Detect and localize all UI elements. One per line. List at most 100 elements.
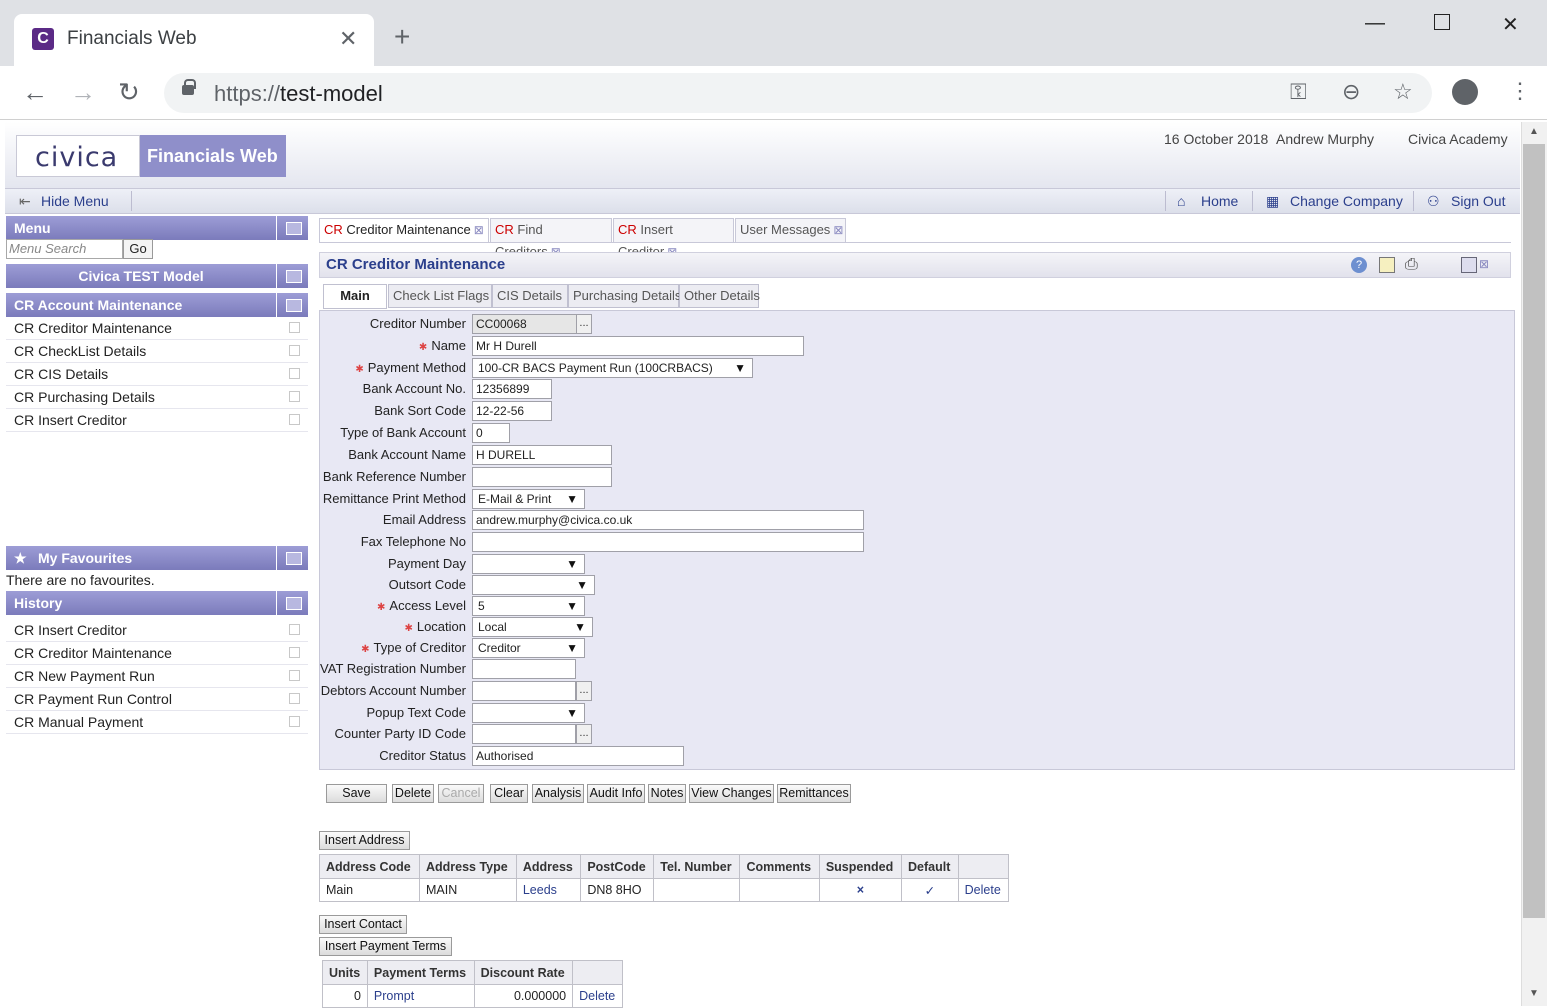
name-field[interactable]: Mr H Durell [472,336,804,356]
history-item[interactable]: CR Payment Run Control [6,688,308,711]
access-level-select[interactable]: 5 [472,596,585,616]
open-external-icon[interactable] [289,647,300,658]
print-icon[interactable]: ⎙ [1405,257,1421,273]
browser-tab[interactable]: C Financials Web ✕ [14,14,374,66]
menu-search-input[interactable]: Menu Search [6,239,123,259]
new-tab-icon[interactable]: + [394,22,410,52]
close-panel-icon[interactable]: ⊠ [1479,257,1495,273]
open-external-icon[interactable] [289,624,300,635]
open-external-icon[interactable] [289,693,300,704]
profile-icon[interactable] [1452,79,1478,105]
open-external-icon[interactable] [289,414,300,425]
change-company-button[interactable]: ▦ Change Company [1266,193,1403,210]
payment-method-select[interactable]: 100-CR BACS Payment Run (100CRBACS) [472,358,753,378]
location-select[interactable]: Local [472,617,593,637]
window-icon[interactable] [1461,257,1477,273]
scroll-down-icon[interactable]: ▼ [1529,988,1539,999]
open-external-icon[interactable] [289,345,300,356]
key-icon[interactable]: ⚿ [1290,79,1307,105]
section-header[interactable]: CR Account Maintenance [6,293,308,317]
insert-address-button[interactable]: Insert Address [319,831,410,850]
tab-purchasing-details[interactable]: Purchasing Details [568,284,681,308]
scroll-up-icon[interactable]: ▲ [1529,126,1539,137]
remittances-button[interactable]: Remittances [777,784,851,803]
open-external-icon[interactable] [289,391,300,402]
section-open-icon[interactable] [276,293,308,317]
tab-insert-creditor[interactable]: CR Insert Creditor⊠ [613,218,734,259]
vat-registration-field[interactable] [472,659,576,679]
back-icon[interactable]: ← [22,78,48,106]
bank-sort-code-field[interactable]: 12-22-56 [472,401,552,421]
popup-text-code-select[interactable] [472,703,585,723]
view-changes-button[interactable]: View Changes [689,784,774,803]
outsort-code-select[interactable] [472,575,595,595]
bank-account-no-field[interactable]: 12356899 [472,379,552,399]
debtors-account-field[interactable] [472,681,576,701]
bank-reference-number-field[interactable] [472,467,612,487]
menu-window-icon[interactable] [276,216,308,240]
open-external-icon[interactable] [289,368,300,379]
star-icon[interactable]: ☆ [1393,79,1413,105]
sidebar-item-checklist-details[interactable]: CR CheckList Details [6,340,308,363]
audit-info-button[interactable]: Audit Info [587,784,645,803]
sidebar-item-creditor-maintenance[interactable]: CR Creditor Maintenance [6,317,308,340]
tab-main[interactable]: Main [323,284,387,309]
insert-contact-button[interactable]: Insert Contact [319,915,407,934]
sign-out-button[interactable]: ⚇ Sign Out [1427,193,1505,210]
page-scrollbar[interactable]: ▲ ▼ [1521,122,1547,1006]
notes-button[interactable]: Notes [648,784,686,803]
column-header[interactable]: Address [515,854,582,879]
type-of-creditor-select[interactable]: Creditor [472,638,585,658]
remittance-print-method-select[interactable]: E-Mail & Print [472,489,585,509]
counter-party-field[interactable] [472,724,576,744]
clear-button[interactable]: Clear [490,784,528,803]
open-external-icon[interactable] [289,716,300,727]
address-bar[interactable]: https://test-model ⚿ ⊖ ☆ [164,73,1432,113]
delete-address-link[interactable]: Delete [957,878,1010,902]
column-header[interactable]: Default [901,854,959,879]
payment-terms-link[interactable]: Prompt [366,984,475,1008]
creditor-number-field[interactable]: CC00068 [472,314,577,334]
insert-payment-terms-button[interactable]: Insert Payment Terms [319,937,452,956]
close-window-icon[interactable]: ✕ [1502,12,1519,37]
open-external-icon[interactable] [289,322,300,333]
menu-kebab-icon[interactable]: ⋮ [1509,78,1531,104]
maximize-icon[interactable] [1434,14,1450,30]
help-icon[interactable]: ? [1351,257,1367,273]
history-item[interactable]: CR Manual Payment [6,711,308,734]
column-header[interactable]: Units [322,960,368,985]
history-item[interactable]: CR Creditor Maintenance [6,642,308,665]
address-link[interactable]: Leeds [515,878,582,902]
column-header[interactable]: Discount Rate [473,960,574,985]
debtors-lookup-button[interactable]: ... [576,681,592,701]
column-header[interactable]: Address Code [319,854,420,879]
column-header[interactable]: Payment Terms [366,960,475,985]
column-header[interactable]: Tel. Number [653,854,741,879]
model-window-icon[interactable] [276,264,308,288]
save-button[interactable]: Save [326,784,387,803]
favourites-window-icon[interactable] [276,546,308,570]
close-tab-icon[interactable]: ⊠ [474,223,484,237]
counter-party-lookup-button[interactable]: ... [576,724,592,744]
menu-search-go-button[interactable]: Go [123,239,153,259]
fax-telephone-field[interactable] [472,532,864,552]
delete-button[interactable]: Delete [392,784,434,803]
history-item[interactable]: CR Insert Creditor [6,619,308,642]
creditor-status-field[interactable]: Authorised [472,746,684,766]
hide-menu-button[interactable]: ⇤ Hide Menu [19,193,109,210]
tab-find-creditors[interactable]: CR Find Creditors⊠ [490,218,612,259]
column-header[interactable]: Comments [739,854,820,879]
close-tab-icon[interactable]: ⊠ [833,223,843,237]
history-item[interactable]: CR New Payment Run [6,665,308,688]
open-external-icon[interactable] [289,670,300,681]
sidebar-item-purchasing-details[interactable]: CR Purchasing Details [6,386,308,409]
column-header[interactable]: Address Type [418,854,517,879]
tab-cis-details[interactable]: CIS Details [492,284,568,308]
tab-other-details[interactable]: Other Details [679,284,760,308]
home-button[interactable]: ⌂ Home [1177,193,1238,209]
delete-terms-link[interactable]: Delete [572,984,623,1008]
forward-icon[interactable]: → [70,78,96,106]
scrollbar-thumb[interactable] [1523,144,1545,918]
close-tab-icon[interactable]: ✕ [339,26,357,52]
tab-check-list-flags[interactable]: Check List Flags [388,284,492,308]
